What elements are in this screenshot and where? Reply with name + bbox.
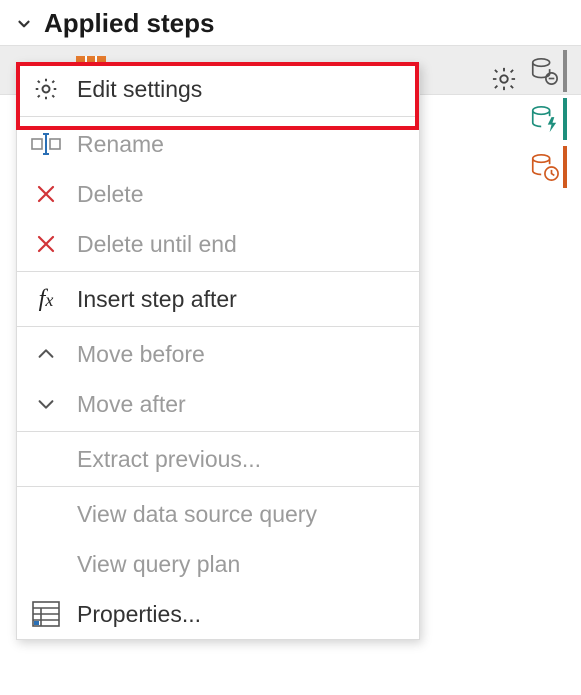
menu-rename: Rename [17,119,419,169]
menu-label: Move before [77,341,205,368]
menu-label: Rename [77,131,164,158]
menu-view-query-plan: View query plan [17,539,419,589]
menu-separator [17,271,419,272]
chevron-down-icon [14,14,34,34]
menu-label: Move after [77,391,186,418]
properties-icon [31,599,61,629]
applied-steps-header[interactable]: Applied steps [0,0,581,45]
blank-icon [31,499,61,529]
blank-icon [31,549,61,579]
menu-move-after: Move after [17,379,419,429]
menu-label: Extract previous... [77,446,261,473]
menu-separator [17,326,419,327]
menu-label: View data source query [77,501,317,528]
menu-delete-until-end: Delete until end [17,219,419,269]
chevron-up-icon [31,339,61,369]
section-title: Applied steps [44,8,214,39]
menu-properties[interactable]: Properties... [17,589,419,639]
menu-separator [17,116,419,117]
menu-label: Delete until end [77,231,237,258]
menu-label: Edit settings [77,76,202,103]
menu-separator [17,486,419,487]
blank-icon [31,444,61,474]
tool-strip [521,50,571,188]
menu-label: Properties... [77,601,201,628]
database-clock-icon[interactable] [525,146,567,188]
menu-view-data-source-query: View data source query [17,489,419,539]
rename-icon [31,129,61,159]
menu-delete: Delete [17,169,419,219]
context-menu: Edit settings Rename Delete Delete until… [16,63,420,640]
delete-icon [31,229,61,259]
database-lightning-icon[interactable] [525,98,567,140]
menu-extract-previous: Extract previous... [17,434,419,484]
gear-icon [31,74,61,104]
menu-label: Delete [77,181,143,208]
database-remove-icon[interactable] [525,50,567,92]
gear-icon[interactable] [483,58,525,100]
menu-separator [17,431,419,432]
menu-insert-step-after[interactable]: fx Insert step after [17,274,419,324]
menu-label: View query plan [77,551,240,578]
menu-label: Insert step after [77,286,237,313]
chevron-down-icon [31,389,61,419]
menu-edit-settings[interactable]: Edit settings [17,64,419,114]
menu-move-before: Move before [17,329,419,379]
fx-icon: fx [31,284,61,314]
delete-icon [31,179,61,209]
